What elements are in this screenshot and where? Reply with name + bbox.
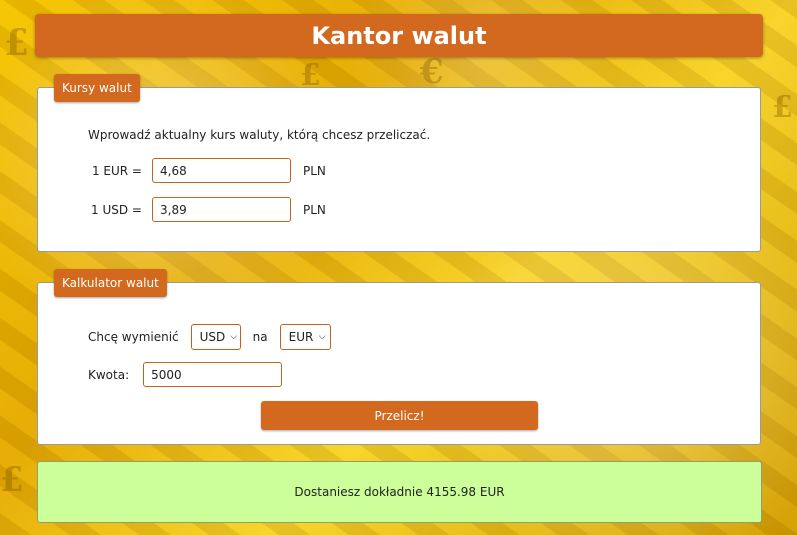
from-currency-value: USD: [199, 330, 226, 344]
amount-label: Kwota:: [88, 367, 130, 382]
background-decoration: £: [4, 22, 30, 64]
convert-button[interactable]: Przelicz!: [261, 401, 538, 430]
amount-input[interactable]: 5000: [143, 362, 283, 387]
exchange-row: Chcę wymienić USD ⌵ na EUR ⌵: [88, 324, 331, 350]
eur-rate-unit: PLN: [303, 163, 326, 178]
amount-row: Kwota: 5000: [88, 362, 283, 387]
chevron-down-icon: ⌵: [230, 332, 238, 342]
rates-panel: Kursy walut Wprowadź aktualny kurs walut…: [37, 74, 761, 252]
eur-rate-row: 1 EUR = 4,68 PLN: [88, 158, 326, 183]
page-header: Kantor walut: [35, 14, 763, 57]
result-box: Dostaniesz dokładnie 4155.98 EUR: [37, 461, 762, 523]
usd-rate-input[interactable]: 3,89: [152, 197, 291, 222]
to-currency-select[interactable]: EUR ⌵: [279, 324, 331, 350]
usd-rate-label: 1 USD =: [91, 202, 142, 217]
background-decoration: £: [0, 460, 24, 500]
calculator-panel-tab: Kalkulator walut: [54, 269, 167, 297]
rates-intro-text: Wprowadź aktualny kurs waluty, którą chc…: [88, 128, 431, 142]
from-currency-select[interactable]: USD ⌵: [190, 324, 241, 350]
page-title: Kantor walut: [311, 21, 487, 50]
background-decoration: £: [772, 90, 793, 125]
result-text: Dostaniesz dokładnie 4155.98 EUR: [294, 485, 505, 499]
eur-rate-input[interactable]: 4,68: [152, 158, 291, 183]
background-decoration: €: [420, 52, 444, 92]
to-label: na: [252, 330, 268, 344]
usd-rate-unit: PLN: [303, 202, 326, 217]
exchange-label: Chcę wymienić: [88, 330, 179, 344]
eur-rate-label: 1 EUR =: [91, 163, 142, 178]
chevron-down-icon: ⌵: [318, 332, 326, 342]
usd-rate-row: 1 USD = 3,89 PLN: [88, 197, 326, 222]
rates-panel-tab: Kursy walut: [54, 74, 140, 102]
to-currency-value: EUR: [288, 330, 314, 344]
calculator-panel: Kalkulator walut Chcę wymienić USD ⌵ na …: [37, 269, 761, 445]
